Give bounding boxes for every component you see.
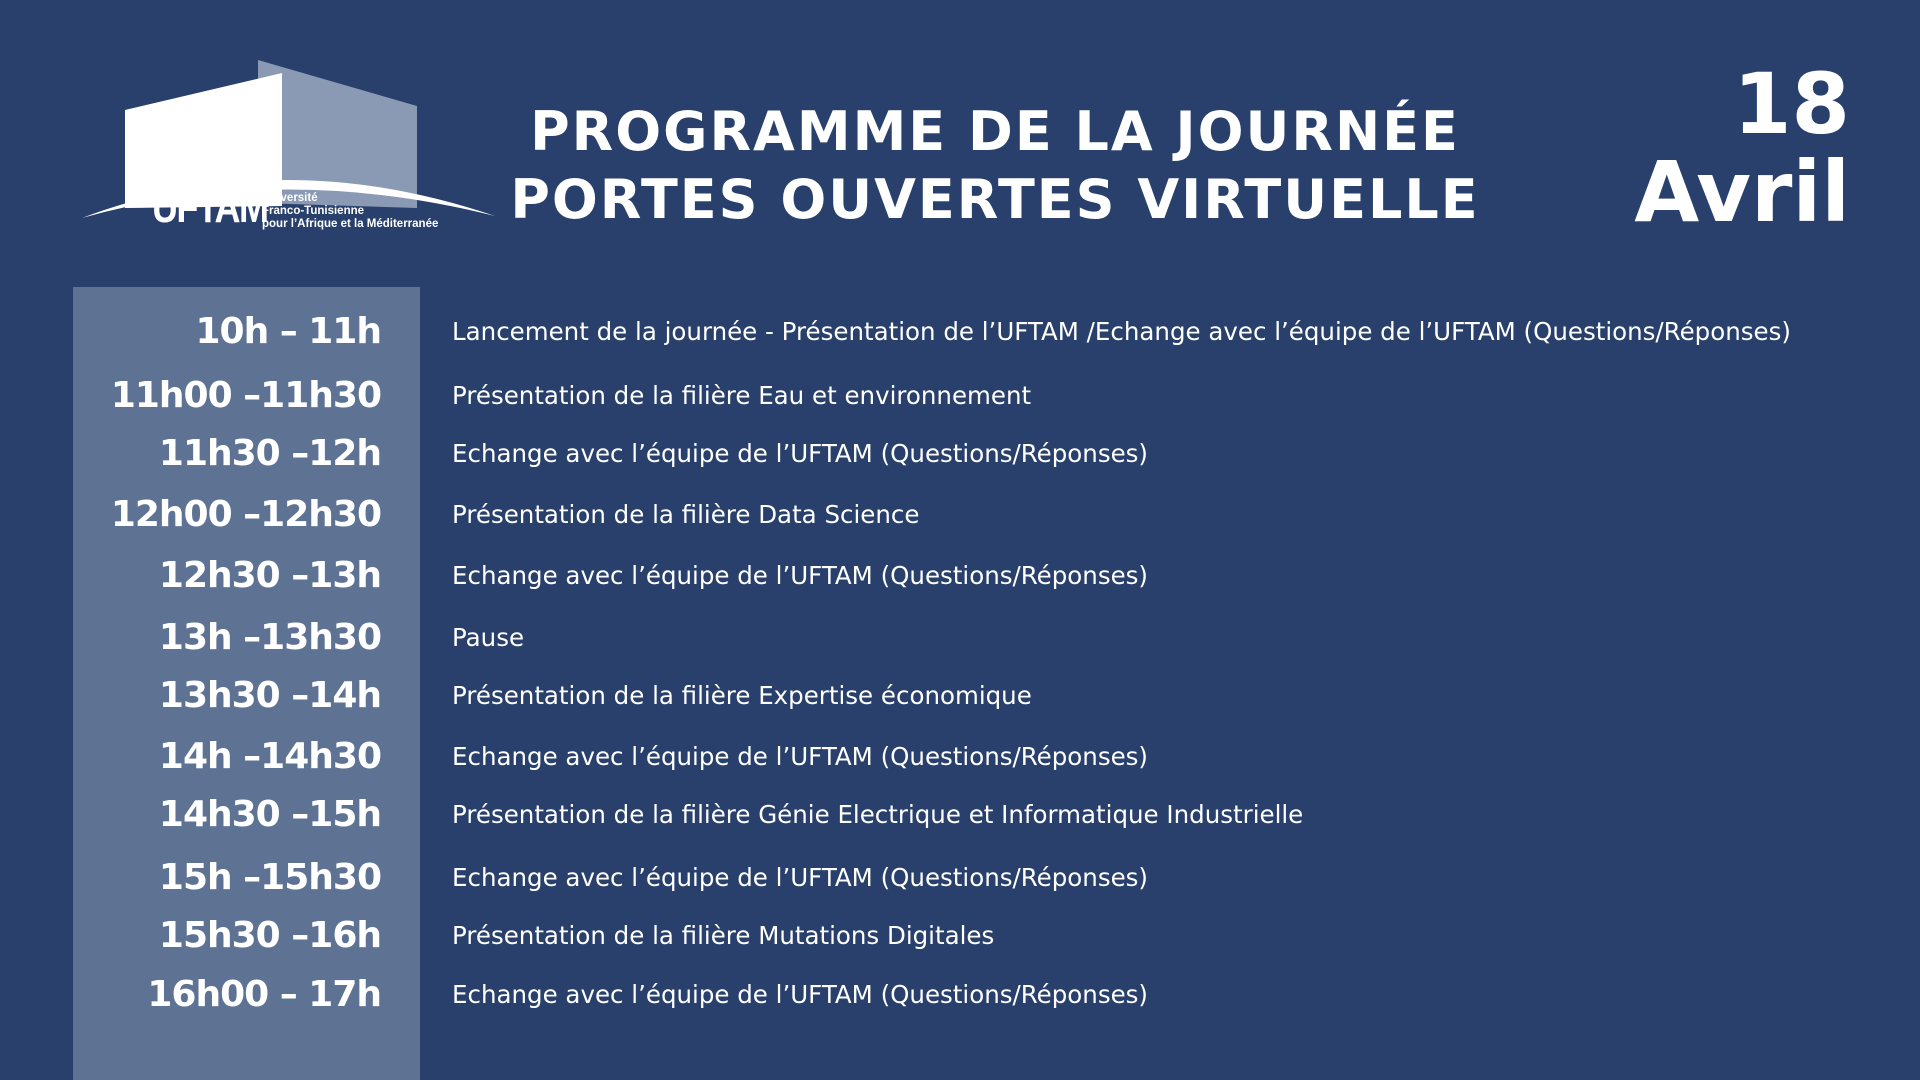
schedule-row: 12h00 –12h30 Présentation de la filière …: [0, 489, 1920, 541]
schedule-activity: Echange avec l’équipe de l’UFTAM (Questi…: [452, 561, 1148, 590]
schedule-activity: Présentation de la filière Data Science: [452, 500, 920, 529]
schedule-time: 10h – 11h: [195, 311, 382, 352]
program-page: UFTAM Université Franco-Tunisienne pour …: [0, 0, 1920, 1080]
schedule-time: 14h –14h30: [158, 736, 382, 777]
schedule-activity: Echange avec l’équipe de l’UFTAM (Questi…: [452, 980, 1148, 1009]
schedule-row: 13h30 –14h Présentation de la filière Ex…: [0, 670, 1920, 722]
schedule-activity: Présentation de la filière Expertise éco…: [452, 681, 1032, 710]
schedule-activity: Pause: [452, 623, 525, 652]
schedule-time: 13h30 –14h: [158, 675, 382, 716]
schedule-row: 16h00 – 17h Echange avec l’équipe de l’U…: [0, 969, 1920, 1021]
schedule-row: 12h30 –13h Echange avec l’équipe de l’UF…: [0, 550, 1920, 602]
schedule-time: 15h –15h30: [158, 857, 382, 898]
schedule-row: 14h30 –15h Présentation de la filière Gé…: [0, 789, 1920, 841]
schedule-row: 10h – 11h Lancement de la journée - Prés…: [0, 306, 1920, 358]
schedule-time: 14h30 –15h: [158, 794, 382, 835]
schedule-activity: Echange avec l’équipe de l’UFTAM (Questi…: [452, 742, 1148, 771]
schedule-time: 15h30 –16h: [158, 915, 382, 956]
schedule-activity: Echange avec l’équipe de l’UFTAM (Questi…: [452, 863, 1148, 892]
schedule-row: 15h30 –16h Présentation de la filière Mu…: [0, 910, 1920, 962]
schedule-activity: Echange avec l’équipe de l’UFTAM (Questi…: [452, 439, 1148, 468]
schedule-activity: Lancement de la journée - Présentation d…: [452, 317, 1791, 346]
schedule-activity: Présentation de la filière Génie Electri…: [452, 800, 1304, 829]
schedule-row: 11h00 –11h30 Présentation de la filière …: [0, 370, 1920, 422]
schedule-list: 10h – 11h Lancement de la journée - Prés…: [0, 0, 1920, 1080]
schedule-time: 16h00 – 17h: [147, 974, 382, 1015]
schedule-time: 11h00 –11h30: [110, 375, 382, 416]
schedule-time: 12h00 –12h30: [110, 494, 382, 535]
schedule-time: 12h30 –13h: [158, 555, 382, 596]
schedule-time: 13h –13h30: [158, 617, 382, 658]
schedule-activity: Présentation de la filière Eau et enviro…: [452, 381, 1032, 410]
schedule-row: 11h30 –12h Echange avec l’équipe de l’UF…: [0, 428, 1920, 480]
schedule-time: 11h30 –12h: [158, 433, 382, 474]
schedule-row: 13h –13h30 Pause: [0, 612, 1920, 664]
schedule-row: 14h –14h30 Echange avec l’équipe de l’UF…: [0, 731, 1920, 783]
schedule-activity: Présentation de la filière Mutations Dig…: [452, 921, 995, 950]
schedule-row: 15h –15h30 Echange avec l’équipe de l’UF…: [0, 852, 1920, 904]
